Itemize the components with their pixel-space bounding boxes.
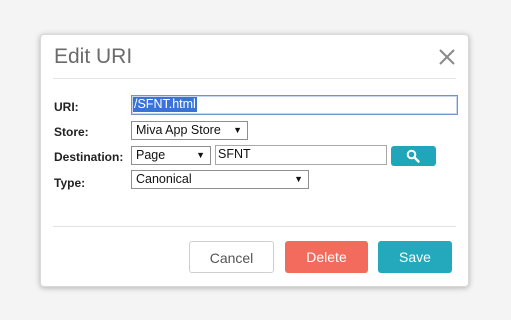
destination-label: Destination:: [54, 150, 124, 164]
search-button[interactable]: [391, 146, 436, 166]
destination-target-value: SFNT: [218, 147, 251, 161]
chevron-down-icon: ▼: [196, 150, 205, 160]
type-value: Canonical: [136, 172, 192, 186]
chevron-down-icon: ▼: [294, 174, 303, 184]
destination-type-select[interactable]: Page ▼: [131, 146, 211, 165]
save-button[interactable]: Save: [378, 241, 452, 273]
delete-button[interactable]: Delete: [285, 241, 368, 273]
store-label: Store:: [54, 125, 89, 139]
destination-target-input[interactable]: SFNT: [215, 145, 387, 165]
footer-divider: [53, 226, 456, 227]
header-divider: [53, 78, 456, 79]
uri-input[interactable]: /SFNT.html: [131, 95, 458, 115]
close-icon[interactable]: [438, 48, 456, 66]
magnifier-icon: [406, 149, 420, 163]
chevron-down-icon: ▼: [233, 125, 242, 135]
type-label: Type:: [54, 176, 86, 190]
uri-value: /SFNT.html: [133, 97, 197, 112]
type-select[interactable]: Canonical ▼: [131, 170, 309, 189]
uri-label: URI:: [54, 100, 79, 114]
dialog-title: Edit URI: [54, 45, 133, 68]
cancel-button[interactable]: Cancel: [189, 241, 274, 273]
edit-uri-dialog: Edit URI URI: /SFNT.html Store: Miva App…: [40, 34, 469, 287]
store-value: Miva App Store: [136, 123, 221, 137]
store-select[interactable]: Miva App Store ▼: [131, 121, 248, 140]
destination-type-value: Page: [136, 148, 166, 162]
